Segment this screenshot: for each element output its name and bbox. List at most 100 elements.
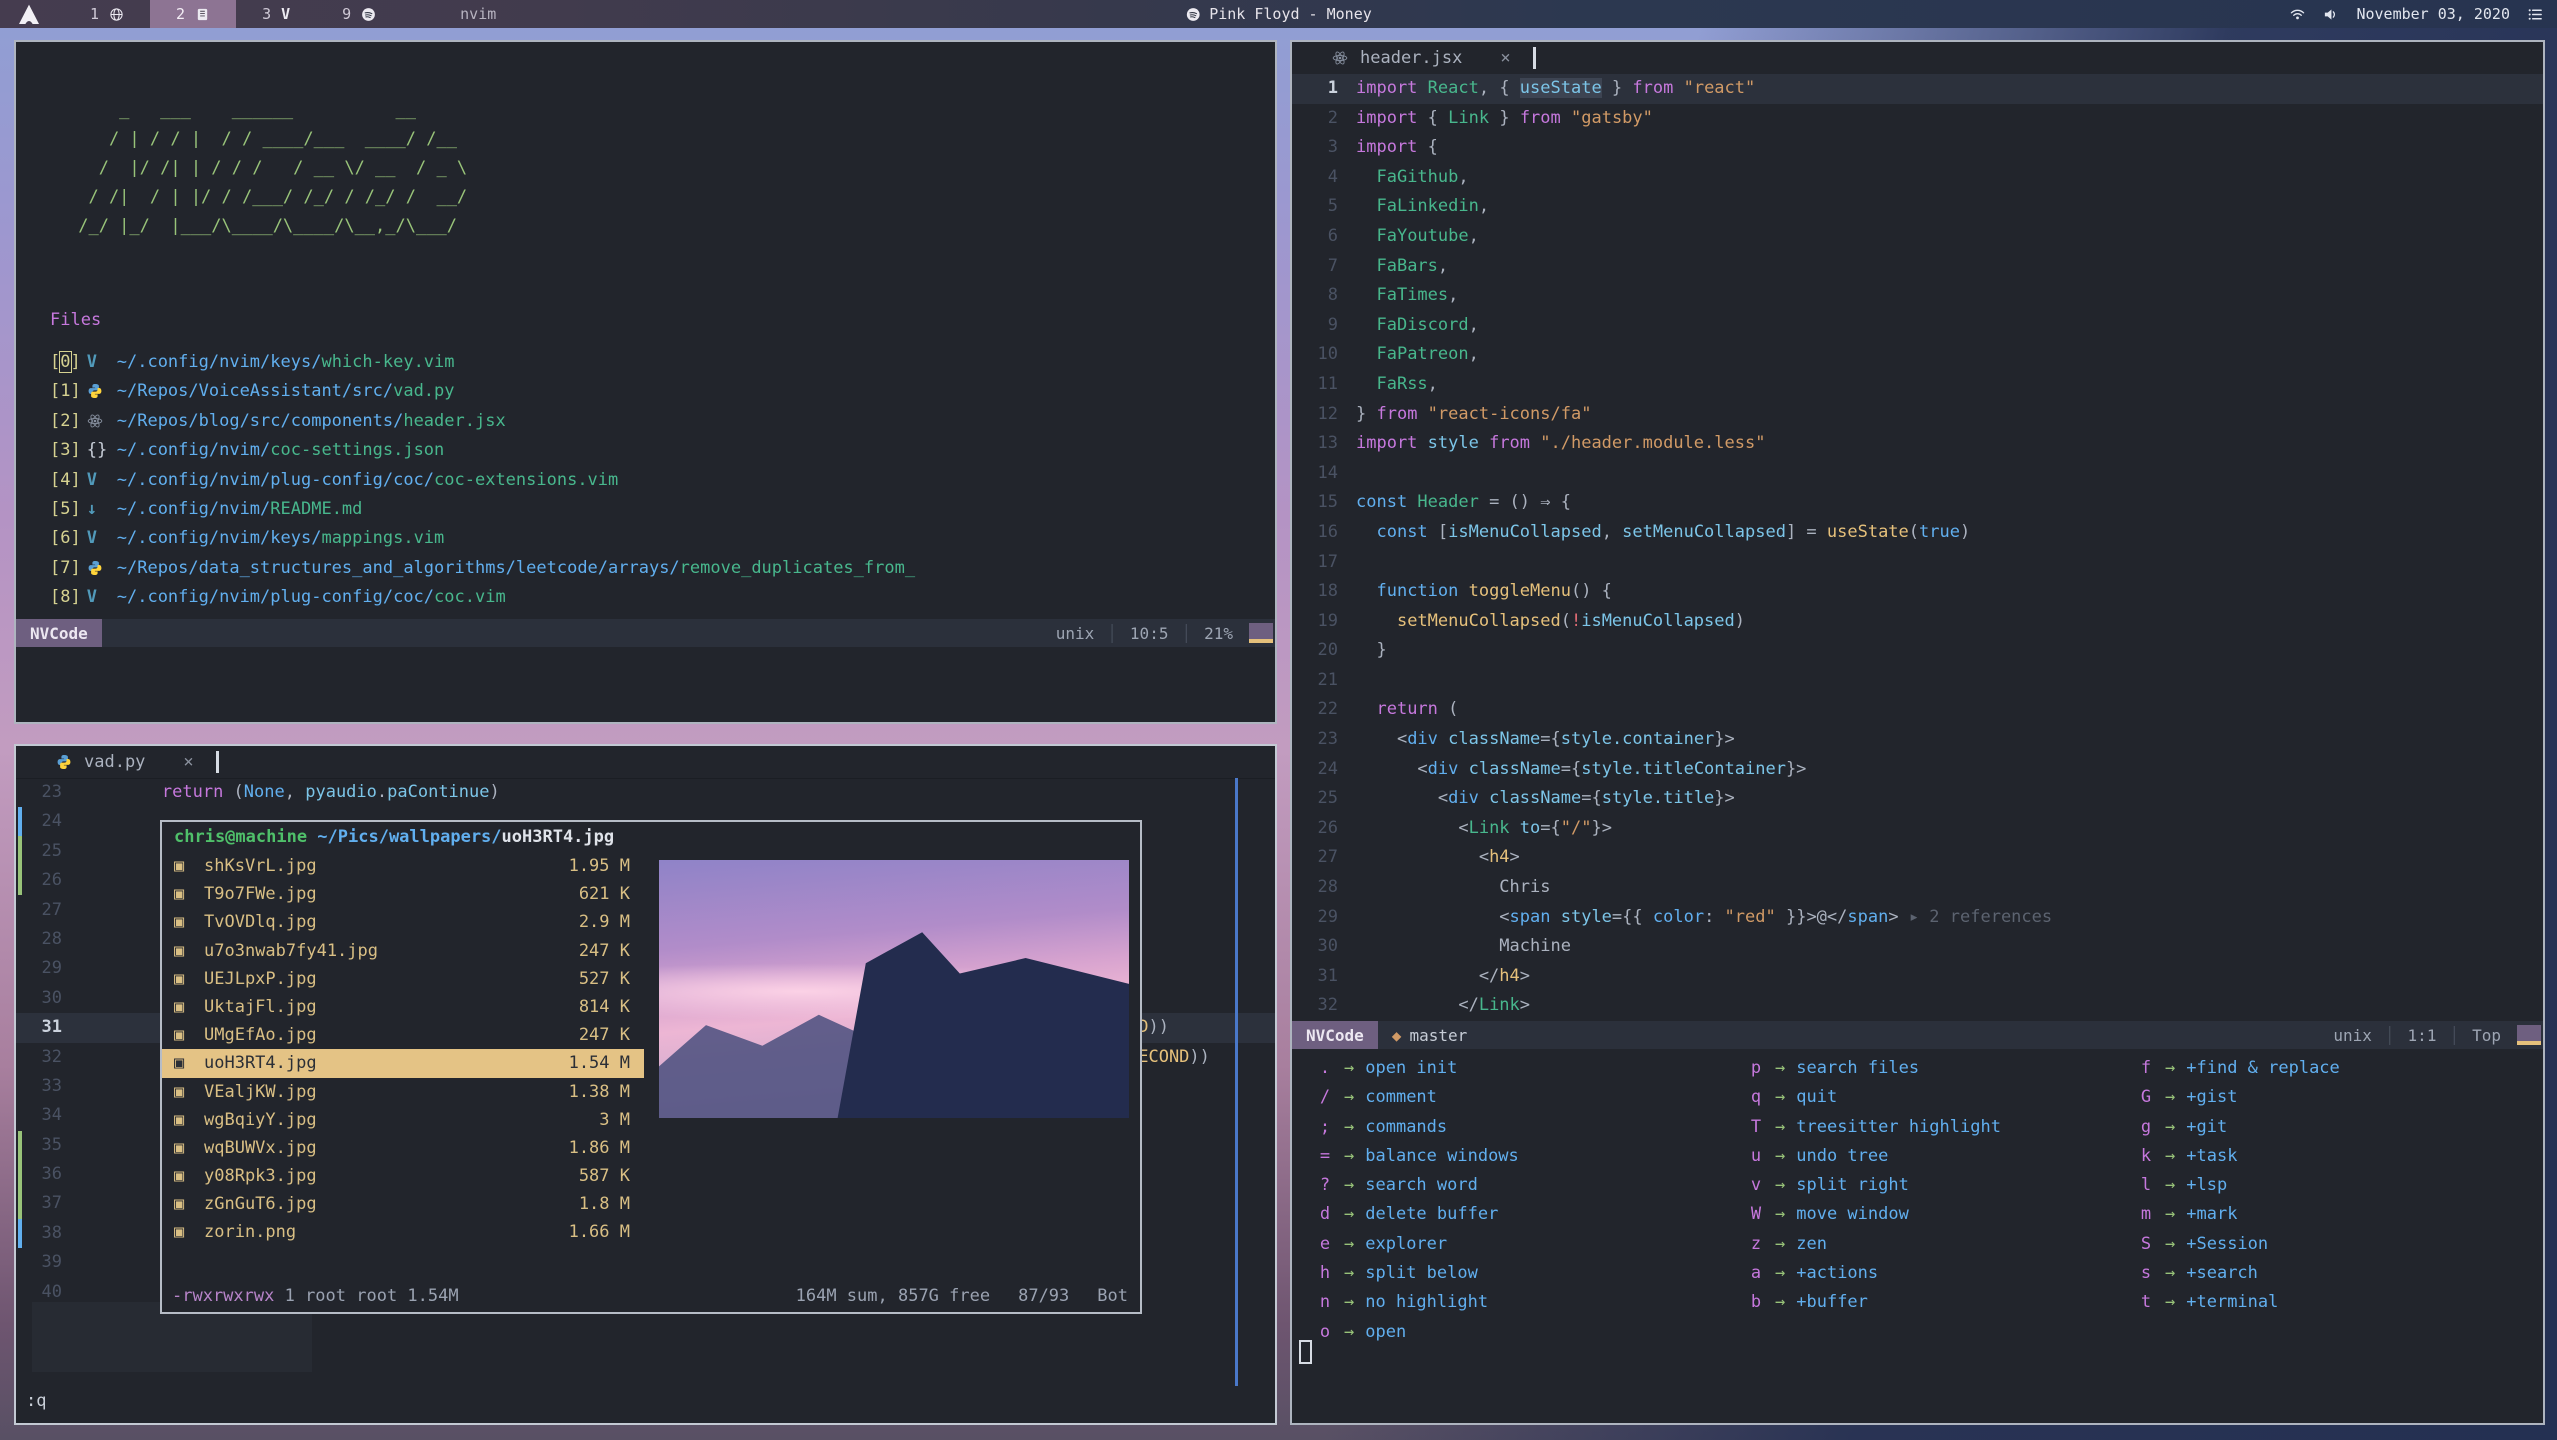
code-line-19[interactable]: 19 setMenuCollapsed(!isMenuCollapsed) — [1292, 607, 2543, 637]
workspace-3[interactable]: 3V — [236, 0, 316, 28]
code-line-20[interactable]: 20 } — [1292, 636, 2543, 666]
whichkey-binding-;[interactable]: ;→commands — [1317, 1113, 1519, 1142]
volume-icon[interactable] — [2323, 7, 2338, 22]
close-icon[interactable]: × — [1500, 48, 1510, 68]
close-icon[interactable]: × — [183, 752, 193, 772]
code-line-12[interactable]: 12} from "react-icons/fa" — [1292, 400, 2543, 430]
file-row-selected[interactable]: ▣uoH3RT4.jpg1.54 M — [162, 1049, 644, 1077]
menu-icon[interactable] — [2528, 7, 2543, 22]
code-line-10[interactable]: 10 FaPatreon, — [1292, 340, 2543, 370]
startify-item-5[interactable]: [5]↓~/.config/nvim/README.md — [50, 495, 915, 524]
whichkey-binding-S[interactable]: S→+Session — [2138, 1230, 2340, 1259]
startify-item-7[interactable]: [7]~/Repos/data_structures_and_algorithm… — [50, 554, 915, 583]
code-line-31[interactable]: 31 </h4> — [1292, 962, 2543, 992]
code-line-24[interactable]: 24 <div className={style.titleContainer}… — [1292, 755, 2543, 785]
whichkey-binding-z[interactable]: z→zen — [1748, 1230, 2001, 1259]
whichkey-binding-f[interactable]: f→+find & replace — [2138, 1054, 2340, 1083]
whichkey-binding-/[interactable]: /→comment — [1317, 1083, 1519, 1112]
code-line-7[interactable]: 7 FaBars, — [1292, 252, 2543, 282]
code-line-32[interactable]: 32 </Link> — [1292, 991, 2543, 1021]
code-line-21[interactable]: 21 — [1292, 666, 2543, 696]
code-line-9[interactable]: 9 FaDiscord, — [1292, 311, 2543, 341]
whichkey-binding-p[interactable]: p→search files — [1748, 1054, 2001, 1083]
whichkey-binding-l[interactable]: l→+lsp — [2138, 1171, 2340, 1200]
code-line-6[interactable]: 6 FaYoutube, — [1292, 222, 2543, 252]
workspace-2-active[interactable]: 2 — [150, 0, 236, 28]
whichkey-binding-a[interactable]: a→+actions — [1748, 1259, 2001, 1288]
workspace-9[interactable]: 9 — [316, 0, 402, 28]
workspace-1[interactable]: 1 — [64, 0, 150, 28]
code-line-4[interactable]: 4 FaGithub, — [1292, 163, 2543, 193]
code-line-8[interactable]: 8 FaTimes, — [1292, 281, 2543, 311]
code-line-2[interactable]: 2import { Link } from "gatsby" — [1292, 104, 2543, 134]
whichkey-binding-u[interactable]: u→undo tree — [1748, 1142, 2001, 1171]
code-line-30[interactable]: 30 Machine — [1292, 932, 2543, 962]
code-line-25[interactable]: 25 <div className={style.title}> — [1292, 784, 2543, 814]
startify-item-8[interactable]: [8]V~/.config/nvim/plug-config/coc/coc.v… — [50, 583, 915, 612]
whichkey-binding-=[interactable]: =→balance windows — [1317, 1142, 1519, 1171]
whichkey-binding-e[interactable]: e→explorer — [1317, 1230, 1519, 1259]
code-line-15[interactable]: 15const Header = () ⇒ { — [1292, 488, 2543, 518]
whichkey-binding-d[interactable]: d→delete buffer — [1317, 1200, 1519, 1229]
whichkey-binding-q[interactable]: q→quit — [1748, 1083, 2001, 1112]
file-row[interactable]: ▣zorin.png1.66 M — [162, 1218, 644, 1246]
code-line-29[interactable]: 29 <span style={{ color: "red" }}>@</spa… — [1292, 903, 2543, 933]
file-row[interactable]: ▣T9o7FWe.jpg621 K — [162, 880, 644, 908]
code-line-17[interactable]: 17 — [1292, 548, 2543, 578]
whichkey-binding-m[interactable]: m→+mark — [2138, 1200, 2340, 1229]
tab-header-jsx[interactable]: header.jsx × — [1292, 47, 1536, 69]
startify-item-0[interactable]: [0]V~/.config/nvim/keys/which-key.vim — [50, 348, 915, 377]
whichkey-binding-n[interactable]: n→no highlight — [1317, 1288, 1519, 1317]
code-line-5[interactable]: 5 FaLinkedin, — [1292, 192, 2543, 222]
startify-item-4[interactable]: [4]V~/.config/nvim/plug-config/coc/coc-e… — [50, 466, 915, 495]
editor-header-jsx[interactable]: 1import React, { useState } from "react"… — [1292, 74, 2543, 1021]
file-row[interactable]: ▣UEJLpxP.jpg527 K — [162, 965, 644, 993]
whichkey-binding-T[interactable]: T→treesitter highlight — [1748, 1113, 2001, 1142]
code-line-27[interactable]: 27 <h4> — [1292, 843, 2543, 873]
now-playing-label: Pink Floyd - Money — [1209, 5, 1372, 23]
code-line-13[interactable]: 13import style from "./header.module.les… — [1292, 429, 2543, 459]
whichkey-binding-G[interactable]: G→+gist — [2138, 1083, 2340, 1112]
code-line-26[interactable]: 26 <Link to={"/"}> — [1292, 814, 2543, 844]
file-row[interactable]: ▣wqBUWVx.jpg1.86 M — [162, 1134, 644, 1162]
startify-item-6[interactable]: [6]V~/.config/nvim/keys/mappings.vim — [50, 524, 915, 553]
whichkey-binding-?[interactable]: ?→search word — [1317, 1171, 1519, 1200]
whichkey-binding-.[interactable]: .→open init — [1317, 1054, 1519, 1083]
code-line-16[interactable]: 16 const [isMenuCollapsed, setMenuCollap… — [1292, 518, 2543, 548]
now-playing[interactable]: Pink Floyd - Money — [1185, 5, 1372, 23]
code-line-1[interactable]: 1import React, { useState } from "react" — [1292, 74, 2543, 104]
startify-item-1[interactable]: [1]~/Repos/VoiceAssistant/src/vad.py — [50, 377, 915, 406]
whichkey-binding-g[interactable]: g→+git — [2138, 1113, 2340, 1142]
code-line-3[interactable]: 3import { — [1292, 133, 2543, 163]
code-line-23[interactable]: 23 <div className={style.container}> — [1292, 725, 2543, 755]
file-row[interactable]: ▣zGnGuT6.jpg1.8 M — [162, 1190, 644, 1218]
file-row[interactable]: ▣shKsVrL.jpg1.95 M — [162, 852, 644, 880]
tab-vad-py[interactable]: vad.py × — [16, 751, 219, 773]
whichkey-binding-W[interactable]: W→move window — [1748, 1200, 2001, 1229]
code-line-23[interactable]: 23 return (None, pyaudio.paContinue) — [16, 778, 1275, 807]
code-line-11[interactable]: 11 FaRss, — [1292, 370, 2543, 400]
line-number: 38 — [16, 1219, 80, 1248]
startify-item-3[interactable]: [3]{}~/.config/nvim/coc-settings.json — [50, 436, 915, 465]
file-row[interactable]: ▣VEaljKW.jpg1.38 M — [162, 1078, 644, 1106]
whichkey-binding-k[interactable]: k→+task — [2138, 1142, 2340, 1171]
whichkey-binding-v[interactable]: v→split right — [1748, 1171, 2001, 1200]
file-row[interactable]: ▣UMgEfAo.jpg247 K — [162, 1021, 644, 1049]
whichkey-binding-t[interactable]: t→+terminal — [2138, 1288, 2340, 1317]
whichkey-binding-b[interactable]: b→+buffer — [1748, 1288, 2001, 1317]
wifi-icon[interactable] — [2290, 7, 2305, 22]
code-line-18[interactable]: 18 function toggleMenu() { — [1292, 577, 2543, 607]
code-line-28[interactable]: 28 Chris — [1292, 873, 2543, 903]
command-line[interactable]: :q — [26, 1391, 46, 1411]
file-row[interactable]: ▣TvOVDlq.jpg2.9 M — [162, 908, 644, 936]
code-line-22[interactable]: 22 return ( — [1292, 695, 2543, 725]
whichkey-binding-o[interactable]: o→open — [1317, 1318, 1519, 1347]
startify-item-2[interactable]: [2]~/Repos/blog/src/components/header.js… — [50, 407, 915, 436]
file-row[interactable]: ▣u7o3nwab7fy41.jpg247 K — [162, 937, 644, 965]
whichkey-binding-h[interactable]: h→split below — [1317, 1259, 1519, 1288]
file-row[interactable]: ▣UktajFl.jpg814 K — [162, 993, 644, 1021]
code-line-14[interactable]: 14 — [1292, 459, 2543, 489]
file-row[interactable]: ▣y08Rpk3.jpg587 K — [162, 1162, 644, 1190]
whichkey-binding-s[interactable]: s→+search — [2138, 1259, 2340, 1288]
file-row[interactable]: ▣wgBqiyY.jpg3 M — [162, 1106, 644, 1134]
